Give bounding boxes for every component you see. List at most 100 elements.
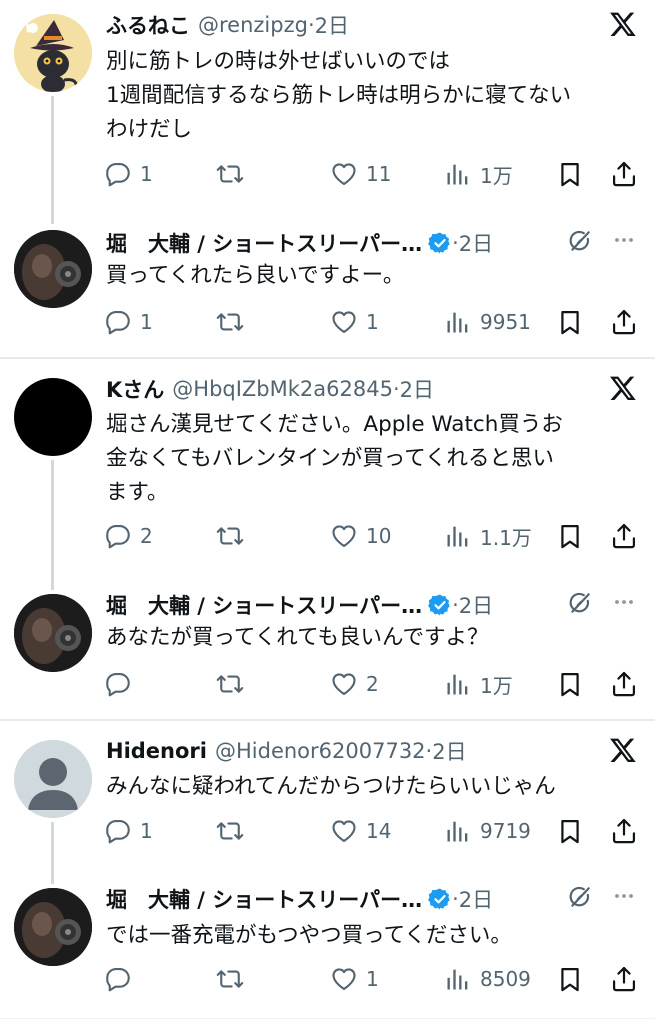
tweet[interactable]: 堀 大輔 / ショートスリーパー… · 2日 あなたが買ってくれても良いんですよ…	[0, 586, 655, 720]
display-name[interactable]: 堀 大輔 / ショートスリーパー…	[106, 228, 422, 258]
reply-count: 1	[140, 162, 153, 186]
timestamp[interactable]: 2日	[432, 736, 466, 766]
bookmark-button[interactable]	[556, 157, 584, 191]
views-button[interactable]: 1万	[444, 667, 513, 701]
views-button[interactable]: 9719	[444, 814, 531, 848]
display-name[interactable]: ふるねこ	[106, 10, 190, 40]
views-count: 9719	[480, 819, 531, 843]
reply-button[interactable]	[104, 667, 140, 701]
tweet[interactable]: 堀 大輔 / ショートスリーパー… · 2日 では一番充電がもつやつ買ってくださ…	[0, 882, 655, 1018]
tweet-text: では一番充電がもつやつ買ってください。	[106, 919, 633, 953]
tweet-text: あなたが買ってくれても良いんですよ？	[106, 621, 633, 655]
views-button[interactable]: 1万	[444, 157, 513, 191]
share-icon	[610, 965, 638, 993]
bookmark-button[interactable]	[556, 667, 584, 701]
views-count: 1万	[480, 673, 513, 698]
views-button[interactable]: 9951	[444, 305, 531, 339]
grok-icon[interactable]	[567, 884, 593, 910]
tweet[interactable]: Hidenori @Hidenor62007732 · 2日 みんなに疑われてん…	[0, 730, 655, 884]
retweet-button[interactable]	[216, 519, 252, 553]
tweet-actions: 1 14 9719	[104, 814, 641, 848]
share-button[interactable]	[610, 962, 638, 996]
tweet-actions: 2 10 1.1万	[104, 519, 641, 553]
reply-count: 1	[140, 819, 153, 843]
display-name[interactable]: Kさん	[106, 374, 164, 404]
more-icon[interactable]	[611, 886, 637, 906]
avatar[interactable]	[14, 378, 92, 456]
like-icon	[330, 522, 358, 550]
reply-button[interactable]: 1	[104, 157, 153, 191]
reply-button[interactable]	[104, 962, 140, 996]
views-button[interactable]: 1.1万	[444, 519, 532, 553]
retweet-button[interactable]	[216, 814, 252, 848]
avatar[interactable]	[14, 14, 92, 92]
like-button[interactable]: 1	[330, 962, 379, 996]
thread-line	[51, 460, 54, 590]
display-name[interactable]: 堀 大輔 / ショートスリーパー…	[106, 590, 422, 620]
views-icon	[444, 670, 472, 698]
thread-line	[51, 96, 54, 224]
like-count: 1	[366, 310, 379, 334]
display-name[interactable]: Hidenori	[106, 739, 207, 763]
tweet-text-line: 別に筋トレの時は外せばいいのでは	[106, 49, 451, 74]
timestamp[interactable]: 2日	[459, 884, 493, 914]
user-handle[interactable]: @HbqIZbMk2a62845	[172, 377, 393, 401]
share-button[interactable]	[610, 519, 638, 553]
views-icon	[444, 817, 472, 845]
x-logo-icon[interactable]	[609, 374, 637, 402]
user-handle[interactable]: @Hidenor62007732	[215, 739, 426, 763]
grok-icon[interactable]	[567, 590, 593, 616]
user-handle[interactable]: @renzipzg	[198, 13, 308, 37]
x-logo-icon[interactable]	[609, 736, 637, 764]
reply-button[interactable]: 1	[104, 814, 153, 848]
timestamp[interactable]: 2日	[315, 10, 349, 40]
more-icon[interactable]	[611, 592, 637, 612]
reply-icon	[104, 965, 132, 993]
bookmark-button[interactable]	[556, 962, 584, 996]
tweet[interactable]: Kさん @HbqIZbMk2a62845 · 2日 堀さん漢見せてください。Ap…	[0, 368, 655, 590]
bookmark-button[interactable]	[556, 519, 584, 553]
like-count: 2	[366, 672, 379, 696]
retweet-button[interactable]	[216, 962, 252, 996]
bookmark-icon	[556, 965, 584, 993]
retweet-button[interactable]	[216, 305, 252, 339]
avatar[interactable]	[14, 888, 92, 966]
views-button[interactable]: 8509	[444, 962, 531, 996]
reply-button[interactable]: 1	[104, 305, 153, 339]
bookmark-icon	[556, 670, 584, 698]
like-button[interactable]: 10	[330, 519, 391, 553]
tweet[interactable]: ふるねこ @renzipzg · 2日 別に筋トレの時は外せばいいのでは 1週間…	[0, 0, 655, 224]
timestamp[interactable]: 2日	[400, 374, 434, 404]
share-button[interactable]	[610, 814, 638, 848]
like-button[interactable]: 14	[330, 814, 391, 848]
more-icon[interactable]	[611, 230, 637, 250]
retweet-button[interactable]	[216, 157, 252, 191]
tweet-actions: 1 1 9951	[104, 305, 641, 339]
display-name[interactable]: 堀 大輔 / ショートスリーパー…	[106, 884, 422, 914]
bookmark-button[interactable]	[556, 305, 584, 339]
reply-button[interactable]: 2	[104, 519, 153, 553]
views-icon	[444, 522, 472, 550]
reply-count: 2	[140, 524, 153, 548]
retweet-icon	[216, 670, 244, 698]
retweet-button[interactable]	[216, 667, 252, 701]
grok-icon[interactable]	[567, 228, 593, 254]
x-logo-icon[interactable]	[609, 10, 637, 38]
tweet-text-line: あなたが買ってくれても良いんですよ？	[106, 625, 489, 650]
avatar[interactable]	[14, 740, 92, 818]
timestamp[interactable]: 2日	[459, 590, 493, 620]
tweet-actions: 1 8509	[104, 962, 641, 996]
timestamp[interactable]: 2日	[459, 228, 493, 258]
share-button[interactable]	[610, 667, 638, 701]
tweet[interactable]: 堀 大輔 / ショートスリーパー… · 2日 買ってくれたら良いですよー。 1 …	[0, 222, 655, 358]
like-button[interactable]: 1	[330, 305, 379, 339]
like-button[interactable]: 2	[330, 667, 379, 701]
avatar[interactable]	[14, 594, 92, 672]
avatar[interactable]	[14, 230, 92, 308]
share-button[interactable]	[610, 305, 638, 339]
tweet-text-line: わけだし	[106, 117, 193, 142]
tweet-text: みんなに疑われてんだからつけたらいいじゃん	[106, 770, 633, 804]
like-button[interactable]: 11	[330, 157, 391, 191]
share-button[interactable]	[610, 157, 638, 191]
bookmark-button[interactable]	[556, 814, 584, 848]
